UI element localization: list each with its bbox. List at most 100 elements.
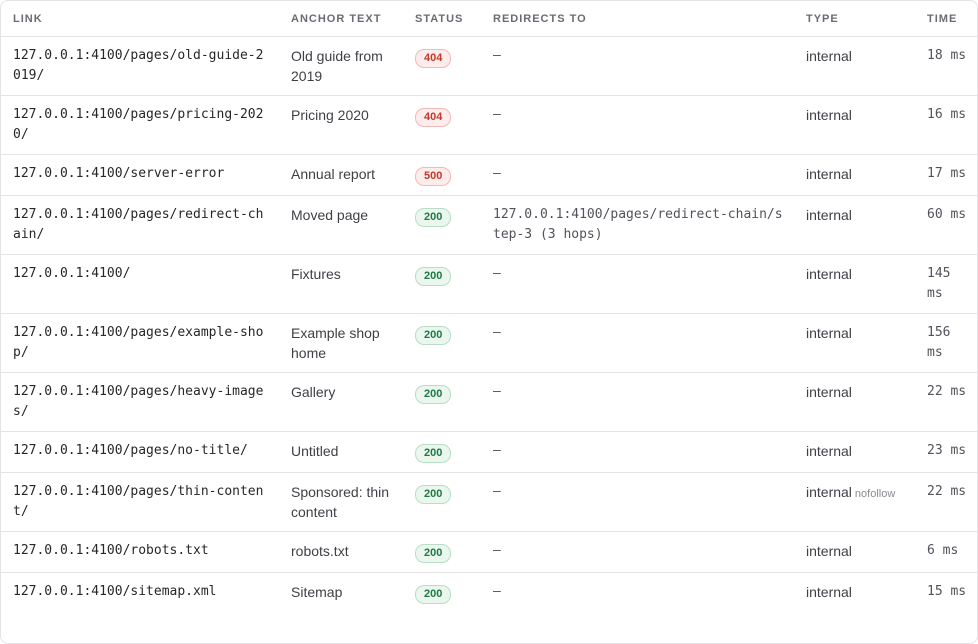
link-url[interactable]: 127.0.0.1:4100/robots.txt (1, 531, 279, 573)
type-cell: internal (794, 95, 915, 155)
status-badge: 200 (415, 267, 452, 286)
link-url[interactable]: 127.0.0.1:4100/pages/redirect-chain/ (1, 195, 279, 255)
anchor-text: Old guide from 2019 (279, 36, 403, 96)
anchor-text: Gallery (279, 372, 403, 432)
redirect-target: — (481, 154, 794, 196)
link-type: internal (806, 207, 852, 223)
type-cell: internal nofollow (794, 472, 915, 532)
status-cell: 404 (403, 95, 481, 155)
link-type: internal (806, 166, 852, 182)
status-badge: 200 (415, 544, 452, 563)
link-url[interactable]: 127.0.0.1:4100/pages/heavy-images/ (1, 372, 279, 432)
status-badge: 404 (415, 49, 452, 68)
column-header-type[interactable]: TYPE (794, 1, 915, 37)
status-cell: 200 (403, 313, 481, 373)
link-type: internal (806, 48, 852, 64)
column-header-time[interactable]: TIME (915, 1, 977, 37)
status-badge: 404 (415, 108, 452, 127)
table-row: 127.0.0.1:4100/server-error Annual report… (1, 154, 977, 196)
response-time: 15 ms (927, 584, 967, 599)
links-table-panel: LINK ANCHOR TEXT STATUS REDIRECTS TO TYP… (0, 0, 978, 644)
redirect-target: — (481, 431, 794, 473)
type-cell: internal (794, 573, 915, 614)
anchor-text: robots.txt (279, 531, 403, 573)
link-url[interactable]: 127.0.0.1:4100/server-error (1, 154, 279, 196)
anchor-text: Example shop home (279, 313, 403, 373)
redirect-target: — (481, 36, 794, 96)
link-type: internal (806, 484, 852, 500)
status-badge: 200 (415, 585, 452, 604)
anchor-text: Moved page (279, 195, 403, 255)
column-header-redirects-to[interactable]: REDIRECTS TO (481, 1, 794, 37)
link-type: internal (806, 443, 852, 459)
type-cell: internal (794, 195, 915, 255)
table-row: 127.0.0.1:4100/pages/thin-content/Sponso… (1, 472, 977, 532)
response-time: 145 ms (915, 254, 977, 314)
table-row: 127.0.0.1:4100/pages/example-shop/Exampl… (1, 313, 977, 373)
redirect-target: 127.0.0.1:4100/pages/redirect-chain/step… (481, 195, 794, 255)
link-url[interactable]: 127.0.0.1:4100/ (1, 254, 279, 314)
response-time: 23 ms (915, 431, 977, 473)
anchor-text: Pricing 2020 (279, 95, 403, 155)
status-cell: 200 (403, 472, 481, 532)
link-type: internal (806, 543, 852, 559)
response-time: 156 ms (915, 313, 977, 373)
status-badge: 200 (415, 485, 452, 504)
type-cell: internal (794, 254, 915, 314)
response-time: 60 ms (915, 195, 977, 255)
redirect-target: — (481, 313, 794, 373)
type-cell: internal (794, 36, 915, 96)
redirect-target: — (481, 472, 794, 532)
links-table: LINK ANCHOR TEXT STATUS REDIRECTS TO TYP… (1, 1, 977, 613)
anchor-text: Annual report (279, 154, 403, 196)
response-time: 18 ms (915, 36, 977, 96)
table-row: 127.0.0.1:4100/pages/pricing-2020/Pricin… (1, 95, 977, 155)
response-time: 16 ms (915, 95, 977, 155)
column-header-status[interactable]: STATUS (403, 1, 481, 37)
response-time: 22 ms (915, 472, 977, 532)
link-type: internal (806, 325, 852, 341)
response-time: 6 ms (915, 531, 977, 573)
type-cell: internal (794, 154, 915, 196)
status-badge: 500 (415, 167, 452, 186)
column-header-link[interactable]: LINK (1, 1, 279, 37)
nofollow-flag: nofollow (854, 488, 896, 500)
type-cell: internal (794, 372, 915, 432)
link-url[interactable]: 127.0.0.1:4100/pages/thin-content/ (1, 472, 279, 532)
status-badge: 200 (415, 444, 452, 463)
anchor-text: Untitled (279, 431, 403, 473)
table-row: 127.0.0.1:4100/pages/redirect-chain/Move… (1, 195, 977, 255)
link-url[interactable]: 127.0.0.1:4100/pages/old-guide-2019/ (1, 36, 279, 96)
response-time: 17 ms (915, 154, 977, 196)
link-url[interactable]: 127.0.0.1:4100/pages/example-shop/ (1, 313, 279, 373)
status-badge: 200 (415, 208, 452, 227)
redirect-target: — (481, 254, 794, 314)
anchor-text: Fixtures (279, 254, 403, 314)
status-cell: 500 (403, 154, 481, 196)
anchor-text: Sponsored: thin content (279, 472, 403, 532)
link-type: internal (806, 266, 852, 282)
type-cell: internal (794, 531, 915, 573)
link-type: internal (806, 584, 852, 600)
link-type: internal (806, 384, 852, 400)
status-badge: 200 (415, 326, 452, 345)
status-cell: 200 (403, 431, 481, 473)
link-url[interactable]: 127.0.0.1:4100/pages/pricing-2020/ (1, 95, 279, 155)
status-cell: 200 (403, 573, 481, 614)
column-header-anchor-text[interactable]: ANCHOR TEXT (279, 1, 403, 37)
table-row: 127.0.0.1:4100/robots.txt robots.txt 200 — i… (1, 531, 977, 573)
status-badge: 200 (415, 385, 452, 404)
table-row: 127.0.0.1:4100/pages/old-guide-2019/Old … (1, 36, 977, 96)
link-type: internal (806, 107, 852, 123)
table-row: 127.0.0.1:4100/pages/heavy-images/Galler… (1, 372, 977, 432)
redirect-target: — (481, 95, 794, 155)
response-time: 22 ms (915, 372, 977, 432)
status-cell: 200 (403, 254, 481, 314)
link-url[interactable]: 127.0.0.1:4100/sitemap.xml (1, 573, 279, 614)
redirect-target: — (481, 531, 794, 573)
status-cell: 200 (403, 195, 481, 255)
status-cell: 200 (403, 372, 481, 432)
type-cell: internal (794, 313, 915, 373)
table-row: 127.0.0.1:4100/pages/no-title/Untitled 20… (1, 431, 977, 473)
link-url[interactable]: 127.0.0.1:4100/pages/no-title/ (1, 431, 279, 473)
